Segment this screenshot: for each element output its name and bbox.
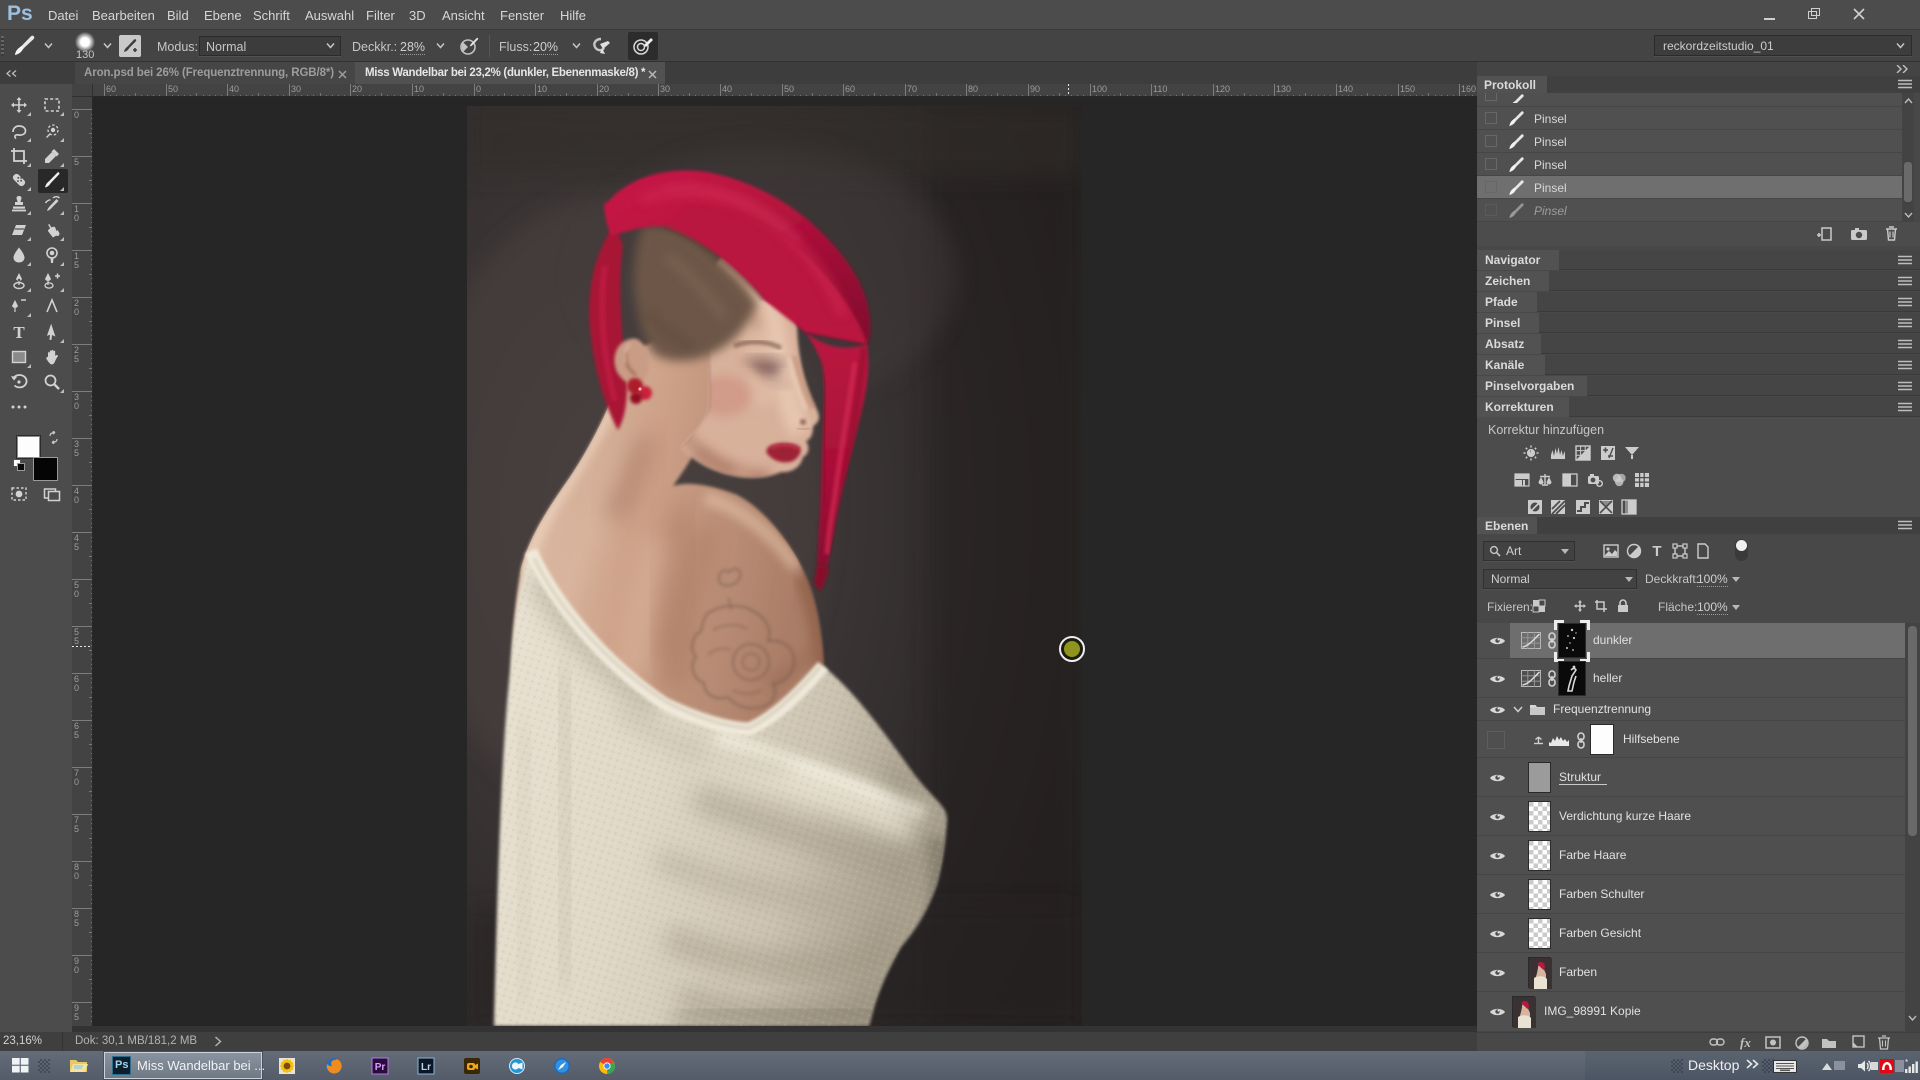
svg-text:Pr: Pr	[375, 1062, 386, 1073]
svg-text:T: T	[13, 323, 25, 341]
svg-text:T: T	[1652, 543, 1661, 559]
svg-text:*: *	[1905, 1058, 1908, 1067]
svg-text:Lr: Lr	[421, 1062, 431, 1073]
svg-text:fx: fx	[1740, 1035, 1751, 1050]
